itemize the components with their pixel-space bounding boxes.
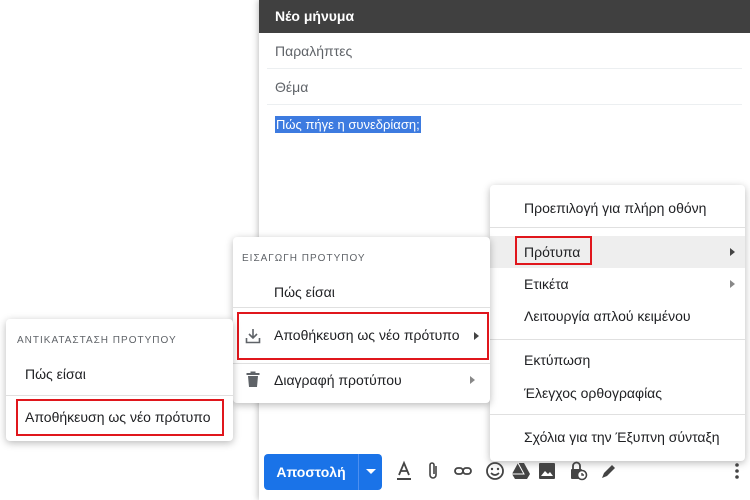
menu-item-label: Σχόλια για την Έξυπνη σύνταξη [524, 429, 720, 445]
link-icon[interactable] [453, 460, 473, 482]
send-button[interactable]: Αποστολή [264, 454, 358, 490]
message-body[interactable]: Πώς πήγε η συνεδρίαση; [275, 116, 421, 133]
recipients-field[interactable]: Παραλήπτες [267, 33, 742, 69]
highlight-box-templates [515, 236, 592, 265]
highlight-box-save-template [237, 312, 489, 360]
menu-item-label: Προεπιλογή για πλήρη οθόνη [524, 200, 707, 216]
send-divider [358, 454, 359, 490]
menu-item-label: Πώς είσαι [274, 284, 335, 300]
menu-item-label: Ετικέτα [524, 276, 569, 292]
submenu-arrow-icon [730, 280, 735, 288]
menu-divider [6, 395, 233, 396]
menu-divider [233, 363, 490, 364]
selected-text: Πώς πήγε η συνεδρίαση; [275, 116, 421, 133]
replace-submenu-header: ΑΝΤΙΚΑΤΑΣΤΑΣΗ ΠΡΟΤΥΠΟΥ [17, 335, 177, 346]
drive-icon[interactable] [511, 460, 531, 482]
template-item-pos-eisai[interactable]: Πώς είσαι [233, 281, 490, 303]
menu-divider [490, 227, 745, 228]
photo-icon[interactable] [537, 460, 557, 482]
menu-item-label: Διαγραφή προτύπου [274, 372, 402, 388]
templates-submenu-header: ΕΙΣΑΓΩΓΗ ΠΡΟΤΥΠΟΥ [242, 253, 366, 264]
submenu-arrow-icon [470, 376, 475, 384]
menu-item-fullscreen-default[interactable]: Προεπιλογή για πλήρη οθόνη [490, 197, 745, 219]
menu-divider [233, 307, 490, 308]
menu-item-smart-compose-feedback[interactable]: Σχόλια για την Έξυπνη σύνταξη [490, 426, 745, 448]
menu-item-spellcheck[interactable]: Έλεγχος ορθογραφίας [490, 382, 745, 404]
menu-item-label: Πώς είσαι [25, 366, 86, 382]
submenu-arrow-icon [730, 248, 735, 256]
attach-icon[interactable] [423, 460, 443, 482]
menu-divider [490, 414, 745, 415]
subject-field[interactable]: Θέμα [267, 69, 742, 105]
trash-icon [245, 371, 261, 388]
confidential-icon[interactable] [568, 460, 588, 482]
emoji-icon[interactable] [485, 460, 505, 482]
replace-item-pos-eisai[interactable]: Πώς είσαι [6, 363, 233, 385]
more-options-icon[interactable] [727, 460, 747, 482]
menu-item-label: Λειτουργία απλού κειμένου [524, 308, 691, 324]
format-text-icon[interactable] [394, 460, 414, 482]
more-options-menu: Προεπιλογή για πλήρη οθόνη Πρότυπα Ετικέ… [490, 185, 745, 461]
highlight-box-replace-save [16, 399, 224, 436]
compose-title: Νέο μήνυμα [259, 0, 750, 33]
menu-item-print[interactable]: Εκτύπωση [490, 349, 745, 371]
signature-icon[interactable] [598, 460, 618, 482]
menu-item-label-tag[interactable]: Ετικέτα [490, 273, 745, 295]
menu-item-plain-text[interactable]: Λειτουργία απλού κειμένου [490, 305, 745, 327]
menu-item-label: Έλεγχος ορθογραφίας [524, 385, 663, 401]
delete-template-item[interactable]: Διαγραφή προτύπου [233, 369, 490, 391]
menu-item-label: Εκτύπωση [524, 352, 591, 368]
menu-divider [490, 339, 745, 340]
send-button-group: Αποστολή [264, 454, 382, 490]
schedule-send-dropdown-icon[interactable] [366, 469, 376, 474]
